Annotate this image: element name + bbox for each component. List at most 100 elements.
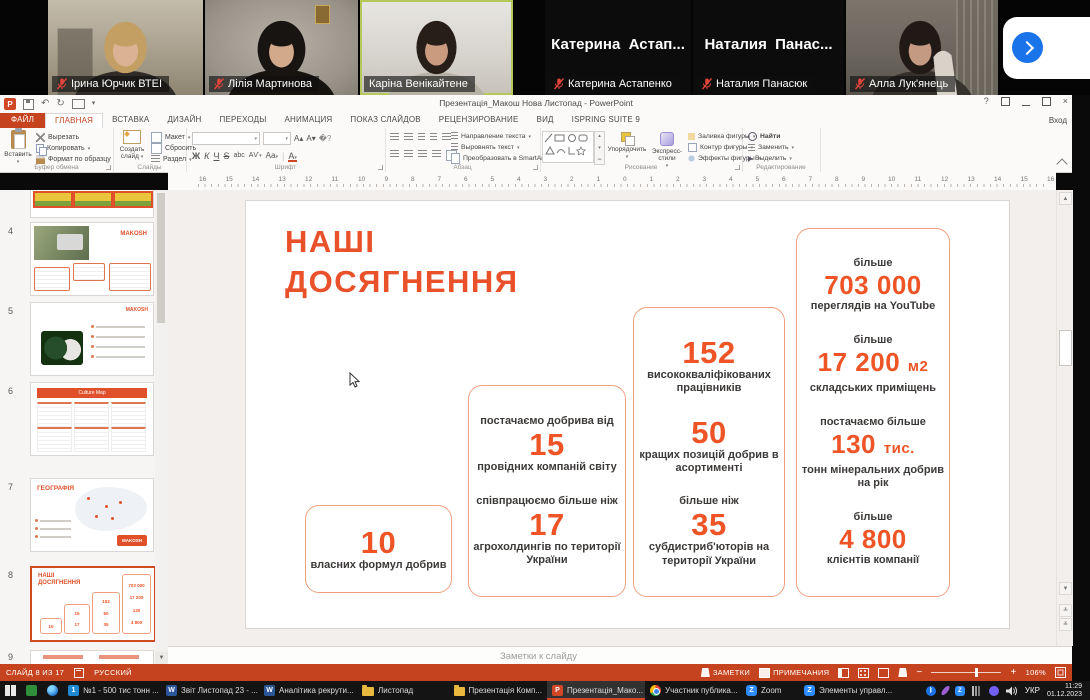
tab-slideshow[interactable]: ПОКАЗ СЛАЙДОВ bbox=[341, 113, 429, 128]
clock[interactable]: 11:29 01.12.2023 bbox=[1047, 683, 1082, 699]
arrange-button[interactable]: Упорядочить▾ bbox=[606, 132, 648, 161]
align-center-icon[interactable] bbox=[404, 150, 413, 159]
language-indicator[interactable]: РУССКИЙ bbox=[94, 668, 132, 677]
slideshow-view-button[interactable] bbox=[898, 668, 907, 677]
thumbnail-slide-9-partial[interactable] bbox=[30, 650, 154, 664]
participant-tile-3-active-speaker[interactable]: Каріна Венікайтене bbox=[360, 0, 513, 95]
grow-font-icon[interactable]: А▴ bbox=[294, 134, 303, 143]
tab-home[interactable]: ГЛАВНАЯ bbox=[45, 113, 103, 129]
keyboard-language[interactable]: УКР bbox=[1025, 686, 1040, 695]
taskbar-word-2[interactable]: WАналітика рекрути... bbox=[259, 681, 357, 700]
notes-status-icon[interactable] bbox=[74, 668, 84, 678]
thumbnail-slide-6[interactable]: Culture Map bbox=[30, 382, 154, 456]
taskbar-photos-button[interactable] bbox=[21, 681, 42, 700]
increase-indent-icon[interactable] bbox=[430, 133, 437, 142]
taskbar-folder-1[interactable]: Листопад bbox=[357, 681, 449, 700]
align-right-icon[interactable] bbox=[418, 150, 427, 159]
cut-button[interactable]: Вырезать bbox=[36, 132, 111, 143]
taskbar-folder-2[interactable]: Презентація Комп... bbox=[449, 681, 547, 700]
notes-toggle-button[interactable]: ЗАМЕТКИ bbox=[701, 668, 750, 677]
taskbar-powerpoint-active[interactable]: PПрезентація_Мако... bbox=[547, 681, 645, 700]
volume-icon[interactable] bbox=[1006, 686, 1018, 696]
clipboard-dialog-launcher[interactable] bbox=[106, 165, 111, 170]
bold-button[interactable]: Ж bbox=[192, 151, 200, 161]
horizontal-ruler[interactable]: 1615141312111098765432101234567891011121… bbox=[168, 172, 1056, 191]
network-icon[interactable] bbox=[972, 686, 982, 696]
numbering-icon[interactable] bbox=[404, 133, 413, 142]
paste-button[interactable]: Вставить▾ bbox=[2, 130, 34, 166]
participant-tile-1[interactable]: Ірина Юрчик ВТЕІ bbox=[48, 0, 203, 95]
bluetooth-icon[interactable]: ᛒ bbox=[926, 686, 936, 696]
help-button[interactable]: ? bbox=[984, 96, 989, 106]
restore-button[interactable] bbox=[1042, 97, 1051, 106]
participant-tile-4[interactable]: Катерина Астап... Катерина Астапенко bbox=[545, 0, 691, 95]
slide-scrollbar[interactable]: ▲ ▼ ≛ ≚ bbox=[1056, 190, 1073, 646]
participant-tile-2[interactable]: Лілія Мартинова bbox=[205, 0, 358, 95]
underline-button[interactable]: Ч bbox=[213, 151, 219, 161]
italic-button[interactable]: К bbox=[204, 151, 209, 161]
scroll-up-icon[interactable]: ▲ bbox=[1059, 192, 1072, 205]
zoom-level[interactable]: 106% bbox=[1026, 668, 1046, 677]
viber-icon[interactable] bbox=[989, 686, 999, 696]
select-button[interactable]: Выделить▾ bbox=[748, 153, 794, 164]
pen-app-icon[interactable] bbox=[940, 685, 951, 696]
scroll-down-icon[interactable]: ▼ bbox=[1059, 582, 1072, 595]
reading-view-button[interactable] bbox=[878, 668, 889, 678]
scrollbar-thumb[interactable] bbox=[157, 193, 165, 323]
minimize-button[interactable] bbox=[1022, 97, 1030, 106]
tab-file[interactable]: ФАЙЛ bbox=[0, 113, 45, 128]
thumbnail-slide-8-selected[interactable]: НАШІДОСЯГНЕННЯ 10 1517 1525035 703 00017… bbox=[30, 566, 155, 642]
tab-transitions[interactable]: ПЕРЕХОДЫ bbox=[211, 113, 276, 128]
align-left-icon[interactable] bbox=[390, 150, 399, 159]
thumbnail-slide-5[interactable]: MAKOSH bbox=[30, 302, 154, 376]
next-slide-button[interactable]: ≚ bbox=[1059, 618, 1072, 631]
stat-card-formulas[interactable]: 10 власних формул добрив bbox=[305, 505, 452, 593]
taskbar-browser-button[interactable] bbox=[42, 681, 63, 700]
find-button[interactable]: Найти bbox=[748, 131, 794, 142]
sign-in-link[interactable]: Вход bbox=[1049, 116, 1067, 125]
scroll-down-icon[interactable]: ▼ bbox=[155, 652, 168, 664]
notes-pane[interactable]: Заметки к слайду bbox=[168, 646, 1072, 665]
taskbar-word-1[interactable]: WЗвіт Листопад 23 - ... bbox=[161, 681, 259, 700]
drawing-dialog-launcher[interactable] bbox=[735, 165, 740, 170]
convert-smartart-button[interactable]: Преобразовать в SmartArt▾ bbox=[451, 153, 551, 164]
tab-animations[interactable]: АНИМАЦИЯ bbox=[276, 113, 342, 128]
thumbnail-slide-3-partial[interactable] bbox=[30, 190, 154, 218]
thumbnails-scrollbar[interactable]: ▼ bbox=[155, 190, 169, 664]
replace-button[interactable]: Заменить▾ bbox=[748, 142, 794, 153]
tab-ispring[interactable]: ISPRING SUITE 9 bbox=[563, 113, 649, 128]
character-spacing-button[interactable]: АѴ▾ bbox=[249, 152, 262, 159]
stat-card-staff[interactable]: 152 висококваліфікованих працівників 50 … bbox=[633, 307, 785, 597]
text-direction-button[interactable]: Направление текста▾ bbox=[451, 131, 551, 142]
font-name-select[interactable]: ▾ bbox=[192, 132, 260, 145]
tab-review[interactable]: РЕЦЕНЗИРОВАНИЕ bbox=[430, 113, 528, 128]
font-size-select[interactable]: ▾ bbox=[263, 132, 291, 145]
zoom-out-button[interactable]: − bbox=[916, 667, 922, 678]
close-button[interactable]: × bbox=[1063, 96, 1068, 106]
zoom-tray-icon[interactable]: Z bbox=[955, 686, 965, 696]
normal-view-button[interactable] bbox=[838, 668, 849, 678]
participant-tile-6[interactable]: Алла Лук'янець bbox=[846, 0, 998, 95]
decrease-indent-icon[interactable] bbox=[418, 133, 425, 142]
shrink-font-icon[interactable]: А▾ bbox=[306, 134, 315, 143]
slide-title[interactable]: НАШІДОСЯГНЕННЯ bbox=[285, 222, 519, 302]
previous-slide-button[interactable]: ≛ bbox=[1059, 604, 1072, 617]
text-shadow-button[interactable]: abc bbox=[233, 152, 244, 159]
line-spacing-icon[interactable] bbox=[442, 133, 451, 142]
gallery-next-button[interactable] bbox=[1012, 32, 1043, 63]
taskbar-app-1[interactable]: 1№1 - 500 тис тонн ... bbox=[63, 681, 161, 700]
zoom-slider[interactable] bbox=[931, 668, 1001, 677]
tab-insert[interactable]: ВСТАВКА bbox=[103, 113, 158, 128]
shapes-gallery[interactable] bbox=[542, 131, 594, 163]
participant-tile-5[interactable]: Наталия Панас... Наталия Панасюк bbox=[693, 0, 844, 95]
font-dialog-launcher[interactable] bbox=[378, 165, 383, 170]
zoom-in-button[interactable]: + bbox=[1010, 667, 1016, 678]
strikethrough-button[interactable]: S bbox=[223, 151, 229, 161]
tab-design[interactable]: ДИЗАЙН bbox=[158, 113, 210, 128]
taskbar-chrome[interactable]: Участник публика... bbox=[645, 681, 741, 700]
stat-card-scale[interactable]: більше 703 000 переглядів на YouTube біл… bbox=[796, 228, 950, 597]
tab-view[interactable]: ВИД bbox=[528, 113, 563, 128]
start-button[interactable] bbox=[0, 681, 21, 700]
paragraph-dialog-launcher[interactable] bbox=[533, 165, 538, 170]
taskbar-zoom-controls[interactable]: ZЭлементы управл... bbox=[799, 681, 901, 700]
